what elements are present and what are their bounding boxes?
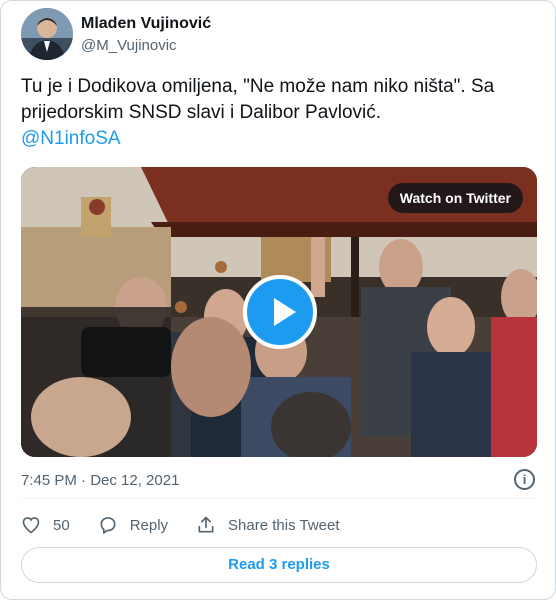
share-icon xyxy=(198,516,214,533)
tweet-body: Tu je i Dodikova omiljena, "Ne može nam … xyxy=(21,76,495,123)
watch-on-twitter-button[interactable]: Watch on Twitter xyxy=(387,183,523,213)
video-thumbnail[interactable]: Watch on Twitter xyxy=(21,167,537,457)
action-bar: 50 Reply Share this Tweet xyxy=(21,513,368,537)
divider xyxy=(21,498,537,499)
mention-link[interactable]: @N1infoSA xyxy=(21,126,541,152)
read-replies-button[interactable]: Read 3 replies xyxy=(21,547,537,583)
play-icon[interactable] xyxy=(243,275,317,349)
like-button[interactable]: 50 xyxy=(21,515,70,535)
like-count: 50 xyxy=(53,516,70,534)
tweet-text: Tu je i Dodikova omiljena, "Ne može nam … xyxy=(21,74,541,152)
reply-icon xyxy=(100,517,116,534)
tweet-timestamp[interactable]: 7:45 PM · Dec 12, 2021 xyxy=(21,472,179,489)
avatar[interactable] xyxy=(21,8,73,60)
author-handle[interactable]: @M_Vujinovic xyxy=(81,37,177,54)
reply-label: Reply xyxy=(129,516,169,534)
heart-icon xyxy=(22,517,40,534)
author-name[interactable]: Mladen Vujinović xyxy=(81,15,211,33)
share-button[interactable]: Share this Tweet xyxy=(196,515,340,535)
tweet-card: Mladen Vujinović @M_Vujinovic Tu je i Do… xyxy=(0,0,556,600)
reply-button[interactable]: Reply xyxy=(98,515,168,535)
info-icon[interactable]: i xyxy=(514,469,535,490)
share-label: Share this Tweet xyxy=(228,516,340,534)
